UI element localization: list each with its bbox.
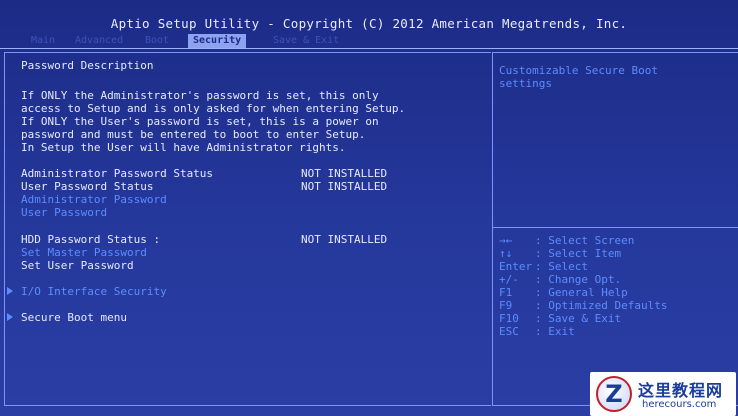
user-password-option[interactable]: User Password [21,206,107,219]
watermark-logo-letter: Z [605,380,623,408]
key-action-text: : General Help [535,286,628,299]
hdd-password-status-label: HDD Password Status : [21,233,161,246]
watermark-url: herecours.com [642,399,717,410]
key-action-text: : Save & Exit [535,312,622,325]
key-label-esc: ESC [499,325,519,338]
help-text-line: settings [499,77,552,90]
settings-panel: Password Description If ONLY the Adminis… [4,52,491,406]
key-label-f9: F9 [499,299,513,312]
admin-password-status-label: Administrator Password Status [21,167,214,180]
io-interface-security-submenu[interactable]: I/O Interface Security [21,285,167,298]
admin-password-status-value: NOT INSTALLED [301,167,388,180]
description-line: access to Setup and is only asked for wh… [21,102,406,115]
help-text-line: Customizable Secure Boot [499,64,658,77]
key-action-text: : Change Opt. [535,273,622,286]
key-action-text: : Select [535,260,588,273]
hdd-password-status-value: NOT INSTALLED [301,233,388,246]
tab-save-exit[interactable]: Save & Exit [268,34,344,48]
help-panel: Customizable Secure Boot settings →← : S… [492,52,738,406]
bios-screen: Aptio Setup Utility - Copyright (C) 2012… [0,0,738,416]
key-label-f10: F10 [499,312,519,325]
set-user-password-option[interactable]: Set User Password [21,259,134,272]
description-heading: Password Description [21,59,154,72]
key-label-enter: Enter [499,260,533,273]
tab-bar: Main Advanced Boot Security Save & Exit [0,34,738,49]
key-label-f1: F1 [499,286,513,299]
user-password-status-value: NOT INSTALLED [301,180,388,193]
submenu-arrow-icon [7,287,13,295]
watermark-logo-icon: Z [596,376,632,412]
watermark-site-name: 这里教程网 [638,381,724,400]
tab-boot[interactable]: Boot [140,34,174,48]
key-action-text: : Select Screen [535,234,635,247]
key-action-text: : Exit [535,325,575,338]
administrator-password-option[interactable]: Administrator Password [21,193,167,206]
description-line: If ONLY the Administrator's password is … [21,89,379,102]
site-watermark: Z 这里教程网 herecours.com [590,372,736,416]
key-label-arrows-lr: →← [499,234,513,247]
submenu-arrow-icon [7,313,13,321]
set-master-password-option[interactable]: Set Master Password [21,246,147,259]
description-line: In Setup the User will have Administrato… [21,141,346,154]
secure-boot-menu-submenu[interactable]: Secure Boot menu [21,311,127,324]
description-line: password and must be entered to boot to … [21,128,366,141]
tab-main[interactable]: Main [26,34,60,48]
tab-advanced[interactable]: Advanced [70,34,128,48]
key-label-arrows-ud: ↑↓ [499,247,513,260]
key-label-plus-minus: +/- [499,273,519,286]
key-action-text: : Select Item [535,247,622,260]
description-line: If ONLY the User's password is set, this… [21,115,379,128]
tab-security[interactable]: Security [188,34,247,48]
help-divider [493,227,738,228]
user-password-status-label: User Password Status [21,180,154,193]
utility-title: Aptio Setup Utility - Copyright (C) 2012… [110,16,628,31]
key-action-text: : Optimized Defaults [535,299,668,312]
